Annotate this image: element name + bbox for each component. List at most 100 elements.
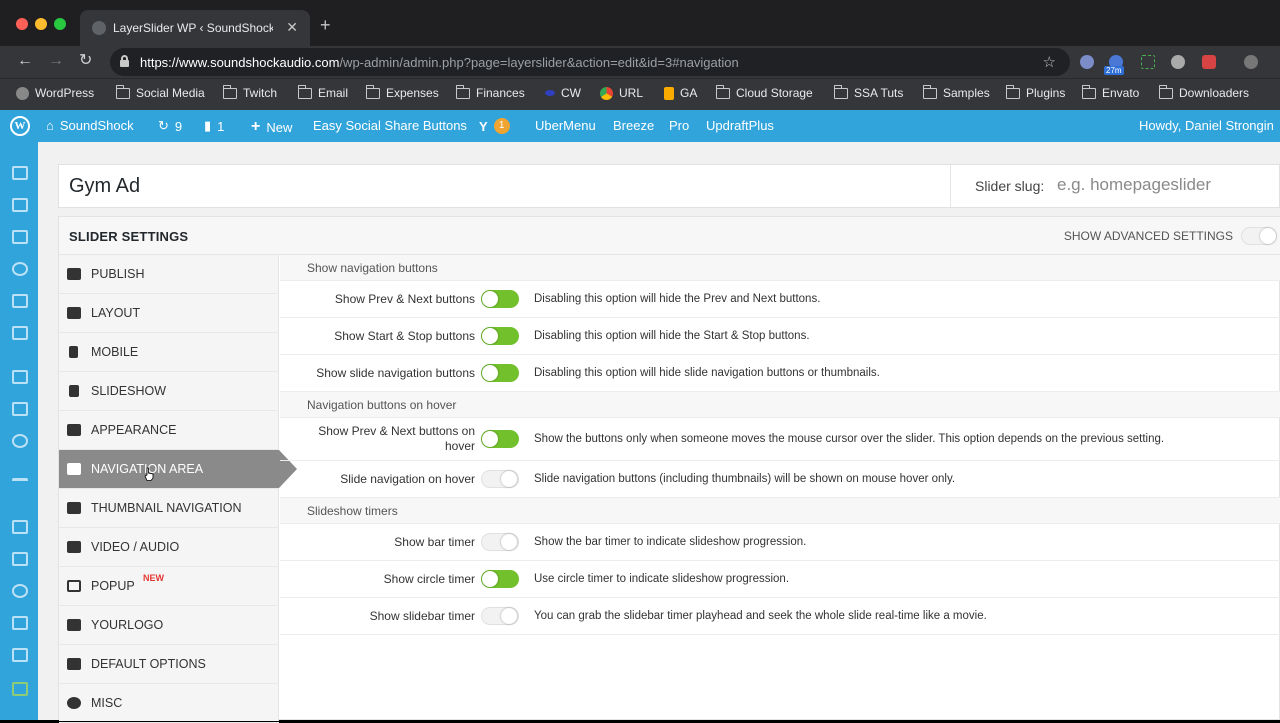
- bookmark-ssa-tuts[interactable]: SSA Tuts: [833, 84, 903, 100]
- slider-title-input[interactable]: Gym Ad: [69, 175, 140, 198]
- bookmark-finances[interactable]: Finances: [455, 84, 525, 100]
- bookmark-envato[interactable]: Envato: [1081, 84, 1139, 100]
- tab-close-icon[interactable]: ✕: [286, 19, 298, 36]
- appearance-icon[interactable]: [12, 520, 28, 534]
- nav-mobile[interactable]: MOBILE: [59, 333, 279, 372]
- nav-publish[interactable]: PUBLISH: [59, 255, 279, 294]
- breeze-link[interactable]: Breeze: [613, 118, 654, 133]
- tab-title: LayerSlider WP ‹ SoundShock: [113, 21, 273, 35]
- slider-settings-panel: SLIDER SETTINGS SHOW ADVANCED SETTINGS P…: [58, 216, 1280, 723]
- woocommerce-icon[interactable]: [12, 370, 28, 384]
- bookmark-plugins[interactable]: Plugins: [1005, 84, 1065, 100]
- slug-input[interactable]: e.g. homepageslider: [1057, 175, 1211, 195]
- slider-slug-field: Slider slug: e.g. homepageslider: [950, 165, 1280, 207]
- toggle-circle-timer[interactable]: [481, 570, 519, 588]
- circle-icon[interactable]: [12, 434, 28, 448]
- panel-header: SLIDER SETTINGS SHOW ADVANCED SETTINGS: [59, 217, 1280, 255]
- tab-bar: LayerSlider WP ‹ SoundShock ✕ +: [0, 0, 1280, 46]
- forward-icon[interactable]: →: [48, 53, 64, 69]
- browser-tab[interactable]: LayerSlider WP ‹ SoundShock ✕: [80, 10, 310, 46]
- nav-thumbnail-navigation[interactable]: THUMBNAIL NAVIGATION: [59, 489, 279, 528]
- setting-row: Show bar timer Show the bar timer to ind…: [280, 524, 1280, 561]
- nav-default-options[interactable]: DEFAULT OPTIONS: [59, 645, 279, 684]
- bookmark-url[interactable]: URL: [600, 86, 643, 100]
- main-content: Gym Ad Slider slug: e.g. homepageslider …: [38, 142, 1280, 723]
- extension-gear-icon[interactable]: [1244, 55, 1258, 69]
- bookmark-email[interactable]: Email: [297, 84, 348, 100]
- extension-shield-icon[interactable]: [1202, 55, 1216, 69]
- comments-icon[interactable]: [12, 262, 28, 276]
- bookmark-samples[interactable]: Samples: [922, 84, 990, 100]
- window-close-button[interactable]: [16, 18, 28, 30]
- folder-icon: [715, 84, 730, 99]
- media-icon[interactable]: [12, 166, 28, 180]
- nav-popup[interactable]: POPUP NEW: [59, 567, 279, 606]
- nav-appearance[interactable]: APPEARANCE: [59, 411, 279, 450]
- options-icon: [67, 658, 81, 670]
- folder-icon: [455, 84, 470, 99]
- layerslider-icon[interactable]: [12, 198, 28, 212]
- browser-toolbar: ← → ↻ https://www.soundshockaudio.com/wp…: [0, 46, 1280, 78]
- bookmark-social-media[interactable]: Social Media: [115, 84, 205, 100]
- bookmark-star-icon[interactable]: ☆: [1043, 53, 1056, 71]
- new-tab-button[interactable]: +: [320, 16, 331, 34]
- nav-misc[interactable]: MISC: [59, 684, 279, 723]
- bookmark-wordpress[interactable]: WordPress: [16, 86, 94, 100]
- tools-icon[interactable]: [12, 616, 28, 630]
- nav-layout[interactable]: LAYOUT: [59, 294, 279, 333]
- window-maximize-button[interactable]: [54, 18, 66, 30]
- toggle-slidebar-timer[interactable]: [481, 607, 519, 625]
- wp-logo-button[interactable]: W: [10, 116, 30, 136]
- bookmark-cloud-storage[interactable]: Cloud Storage: [715, 84, 813, 100]
- products-icon[interactable]: [12, 402, 28, 416]
- extension-cloud-icon[interactable]: [1171, 55, 1185, 69]
- comments-link[interactable]: ▮ 1: [204, 118, 224, 134]
- updates-link[interactable]: ↻ 9: [158, 118, 182, 134]
- mail-icon[interactable]: [12, 326, 28, 340]
- updraftplus-link[interactable]: UpdraftPlus: [706, 118, 774, 133]
- pin-icon[interactable]: [12, 294, 28, 308]
- new-badge: NEW: [143, 573, 164, 583]
- bookmark-ga[interactable]: GA: [664, 86, 697, 100]
- toggle-slide-navigation-hover[interactable]: [481, 470, 519, 488]
- setting-row: Show slidebar timer You can grab the sli…: [280, 598, 1280, 635]
- toggle-prev-next[interactable]: [481, 290, 519, 308]
- toggle-bar-timer[interactable]: [481, 533, 519, 551]
- back-icon[interactable]: ←: [17, 53, 33, 69]
- toggle-prev-next-hover[interactable]: [481, 430, 519, 448]
- settings-icon[interactable]: [12, 648, 28, 662]
- folder-icon: [297, 84, 312, 99]
- address-bar[interactable]: https://www.soundshockaudio.com/wp-admin…: [110, 48, 1070, 76]
- nav-video-audio[interactable]: VIDEO / AUDIO: [59, 528, 279, 567]
- plugins-icon[interactable]: [12, 552, 28, 566]
- window-minimize-button[interactable]: [35, 18, 47, 30]
- nav-slideshow[interactable]: SLIDESHOW: [59, 372, 279, 411]
- grid-icon: [67, 502, 81, 514]
- easy-social-share-link[interactable]: Easy Social Share Buttons: [313, 118, 467, 133]
- nav-yourlogo[interactable]: YOURLOGO: [59, 606, 279, 645]
- slug-label: Slider slug:: [975, 178, 1045, 194]
- users-icon[interactable]: [12, 584, 28, 598]
- bookmark-downloaders[interactable]: Downloaders: [1158, 84, 1249, 100]
- bookmark-cw[interactable]: CW: [545, 86, 581, 100]
- nav-navigation-area[interactable]: NAVIGATION AREA: [59, 450, 297, 489]
- m-icon[interactable]: [12, 478, 28, 492]
- site-name-link[interactable]: ⌂ SoundShock: [46, 118, 134, 133]
- advanced-settings-toggle[interactable]: [1241, 227, 1277, 245]
- bookmark-twitch[interactable]: Twitch: [222, 84, 277, 100]
- folder-icon: [365, 84, 380, 99]
- toggle-slide-navigation[interactable]: [481, 364, 519, 382]
- reload-icon[interactable]: ↻: [79, 53, 92, 69]
- toggle-start-stop[interactable]: [481, 327, 519, 345]
- pro-link[interactable]: Pro: [669, 118, 689, 133]
- bookmark-expenses[interactable]: Expenses: [365, 84, 439, 100]
- database-icon[interactable]: [12, 682, 28, 696]
- navigation-icon: [67, 463, 81, 475]
- new-content-link[interactable]: + New: [251, 118, 292, 136]
- howdy-user-link[interactable]: Howdy, Daniel Strongin: [1139, 118, 1274, 133]
- ubermenu-link[interactable]: UberMenu: [535, 118, 596, 133]
- extension-pen-icon[interactable]: [1080, 55, 1094, 69]
- yoast-seo-link[interactable]: Y1: [479, 118, 510, 134]
- pages-icon[interactable]: [12, 230, 28, 244]
- extension-crop-icon[interactable]: [1141, 55, 1155, 69]
